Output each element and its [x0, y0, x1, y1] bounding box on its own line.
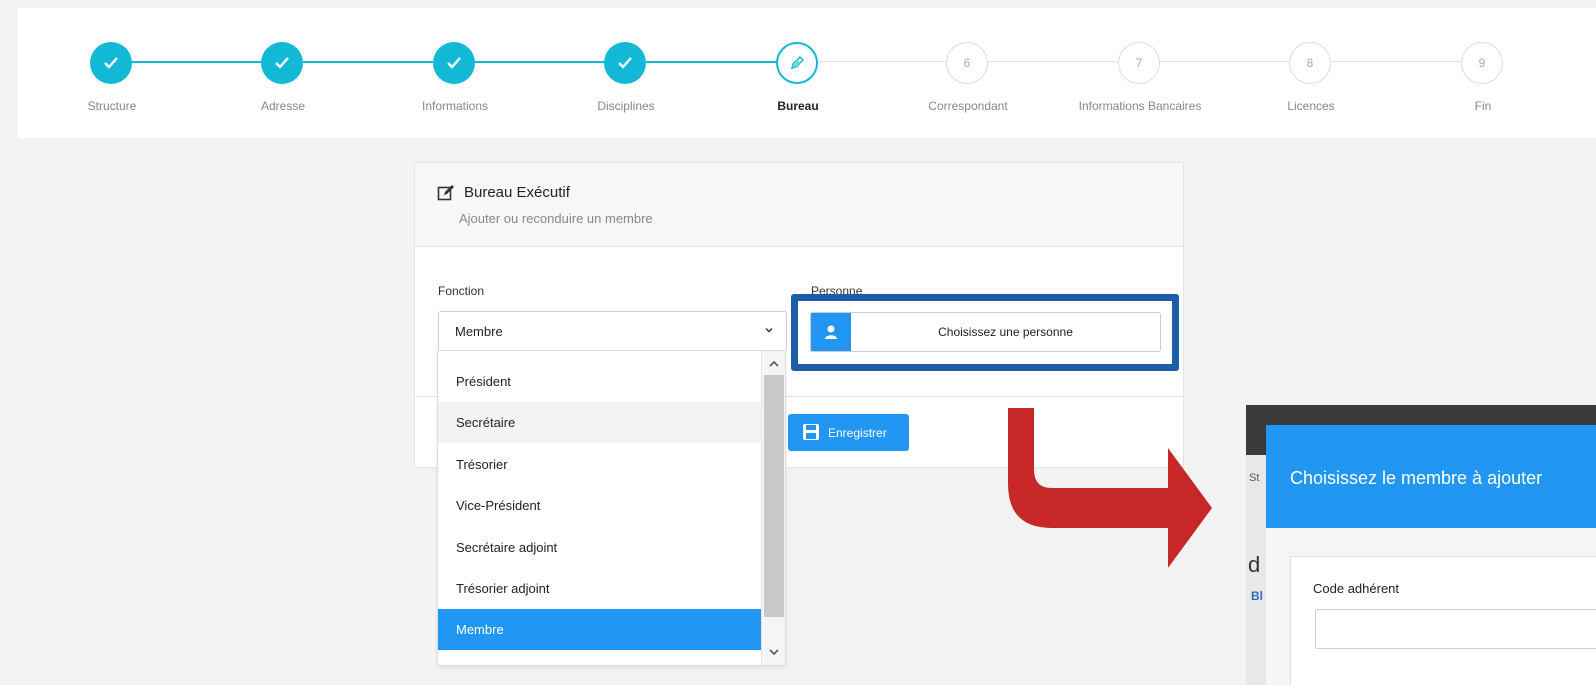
dropdown-scrollbar[interactable]: [761, 351, 785, 665]
chevron-down-icon[interactable]: [768, 647, 780, 657]
save-button[interactable]: Enregistrer: [788, 414, 909, 451]
dropdown-option[interactable]: Vice-Président: [438, 485, 762, 526]
check-icon: [261, 42, 303, 84]
fonction-dropdown-list: Président Secrétaire Trésorier Vice-Prés…: [437, 350, 786, 666]
dropdown-option[interactable]: Président: [438, 361, 762, 402]
check-icon: [90, 42, 132, 84]
step-number: 7: [1118, 42, 1160, 84]
wizard-stepper: Structure Adresse Informations Disciplin…: [18, 8, 1596, 138]
background-text-fragment: St: [1249, 472, 1260, 484]
user-icon: [811, 313, 851, 351]
scrollbar-thumb[interactable]: [764, 375, 784, 617]
step-number: 6: [946, 42, 988, 84]
step-label: Informations: [421, 99, 489, 113]
pencil-icon: [776, 42, 818, 84]
dropdown-option[interactable]: Trésorier: [438, 444, 762, 485]
code-adherent-label: Code adhérent: [1313, 581, 1400, 596]
step-label: Correspondant: [928, 99, 1008, 113]
modal-body: Code adhérent: [1266, 528, 1596, 685]
step-label: Bureau: [777, 99, 819, 113]
code-adherent-input[interactable]: [1315, 609, 1596, 649]
step-label: Structure: [87, 99, 137, 113]
modal-header: Choisissez le membre à ajouter: [1266, 425, 1596, 528]
card-title: Bureau Exécutif: [464, 184, 570, 201]
background-text-fragment: Bl: [1251, 589, 1263, 603]
fonction-label: Fonction: [438, 284, 485, 298]
dropdown-option[interactable]: Trésorier adjoint: [438, 568, 762, 609]
step-label: Informations Bancaires: [1078, 99, 1202, 113]
floppy-disk-icon: [803, 424, 819, 440]
chevron-up-icon[interactable]: [768, 359, 780, 369]
fonction-select-value: Membre: [455, 324, 503, 339]
check-icon: [604, 42, 646, 84]
modal-panel: Code adhérent: [1290, 556, 1596, 685]
edit-icon: [437, 185, 454, 201]
dropdown-option[interactable]: Secrétaire: [438, 402, 762, 443]
card-header: Bureau Exécutif Ajouter ou reconduire un…: [415, 163, 1183, 247]
step-label: Adresse: [260, 99, 306, 113]
step-label: Licences: [1287, 99, 1335, 113]
card-subtitle: Ajouter ou reconduire un membre: [459, 211, 653, 226]
step-number: 9: [1461, 42, 1503, 84]
choose-person-button[interactable]: Choisissez une personne: [810, 312, 1161, 352]
step-label: Fin: [1474, 99, 1492, 113]
dropdown-option[interactable]: Secrétaire adjoint: [438, 527, 762, 568]
check-icon: [433, 42, 475, 84]
choose-member-modal: Choisissez le membre à ajouter Code adhé…: [1266, 425, 1596, 685]
choose-person-label: Choisissez une personne: [938, 325, 1073, 339]
dropdown-option-selected[interactable]: Membre: [438, 609, 762, 650]
fonction-select[interactable]: Membre: [438, 311, 787, 351]
step-label: Disciplines: [597, 99, 655, 113]
step-number: 8: [1289, 42, 1331, 84]
red-arrow-icon: [1008, 408, 1212, 568]
background-text-fragment: d: [1248, 552, 1261, 577]
person-highlight-frame: Choisissez une personne: [791, 294, 1179, 371]
chevron-down-icon: [765, 328, 773, 333]
modal-title: Choisissez le membre à ajouter: [1290, 468, 1543, 488]
save-button-label: Enregistrer: [828, 425, 887, 440]
